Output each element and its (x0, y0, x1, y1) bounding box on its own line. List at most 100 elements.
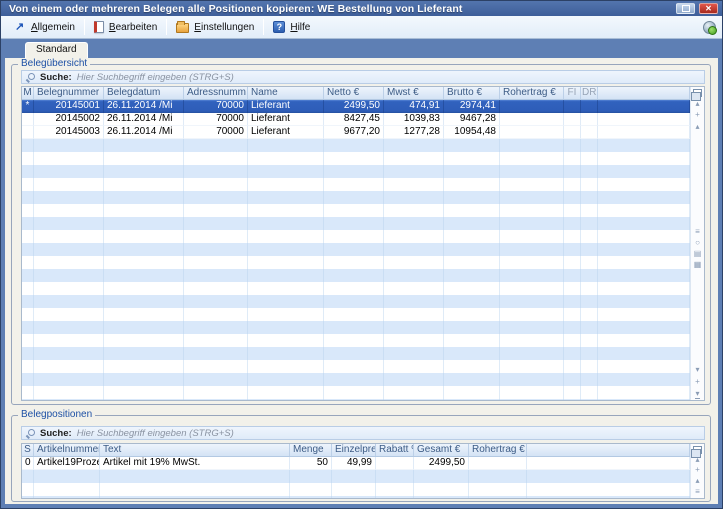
positions-search-bar[interactable]: Suche: Hier Suchbegriff eingeben (STRG+S… (21, 426, 705, 440)
empty-row (22, 360, 690, 373)
column-header-m[interactable]: M (22, 87, 34, 99)
column-header-text[interactable]: Text (100, 444, 290, 456)
column-header-menge[interactable]: Menge (290, 444, 332, 456)
scroll-up-icon[interactable]: ▴ (691, 476, 704, 487)
close-button[interactable] (699, 3, 718, 14)
menu-einstellungen[interactable]: Einstellungen (169, 19, 261, 35)
empty-row (22, 334, 690, 347)
column-header-mwst[interactable]: Mwst € (384, 87, 444, 99)
overview-grid: M Belegnummer Belegdatum Adressnumm Name… (21, 86, 705, 401)
table-row[interactable]: 20145003 26.11.2014 /Mi 70000 Lieferant … (22, 126, 690, 139)
list-icon[interactable]: ≡ (691, 227, 704, 238)
empty-row (22, 256, 690, 269)
empty-row (22, 243, 690, 256)
menu-separator (84, 19, 85, 35)
column-header-rohertrag[interactable]: Rohertrag € (500, 87, 564, 99)
plus-icon[interactable]: + (691, 465, 704, 476)
window-title: Von einem oder mehreren Belegen alle Pos… (9, 3, 462, 15)
settings-folder-icon (176, 23, 189, 33)
column-header-name[interactable]: Name (248, 87, 324, 99)
table-icon[interactable]: ▦ (691, 260, 704, 271)
group-belegpositionen: Belegpositionen Suche: Hier Suchbegriff … (11, 415, 711, 502)
titlebar: Von einem oder mehreren Belegen alle Pos… (1, 1, 722, 16)
scroll-up-icon[interactable]: ▴ (691, 121, 704, 133)
menu-hilfe-label: Hilfe (290, 22, 310, 33)
content-area: Belegübersicht Suche: Hier Suchbegriff e… (5, 58, 718, 504)
menu-separator (263, 19, 264, 35)
jump-arrow-icon (14, 21, 26, 33)
web-globe-icon[interactable] (703, 21, 716, 34)
column-header-artikelnummer[interactable]: Artikelnummer (34, 444, 100, 456)
empty-row (22, 386, 690, 399)
position-row[interactable]: 0 Artikel19Prozent Artikel mit 19% MwSt.… (22, 457, 690, 470)
column-chooser-icon[interactable] (693, 89, 702, 97)
search-placeholder: Hier Suchbegriff eingeben (STRG+S) (77, 428, 234, 439)
edit-document-icon (94, 21, 104, 33)
column-header-gesamt[interactable]: Gesamt € (414, 444, 469, 456)
empty-row (22, 347, 690, 360)
empty-row (22, 165, 690, 178)
search-label: Suche: (40, 72, 72, 83)
group-beleguebersicht: Belegübersicht Suche: Hier Suchbegriff e… (11, 64, 711, 405)
column-header-brutto[interactable]: Brutto € (444, 87, 500, 99)
empty-row (22, 152, 690, 165)
column-header-adressnummer[interactable]: Adressnumm (184, 87, 248, 99)
search-label: Suche: (40, 428, 72, 439)
app-window: Von einem oder mehreren Belegen alle Pos… (0, 0, 723, 509)
menu-bearbeiten[interactable]: Bearbeiten (87, 19, 164, 35)
column-header-filler (527, 444, 690, 456)
overview-grid-toolbar: ▴ + ▴ ≡ ○ ▤ ▦ ▾ + ▾ (690, 87, 704, 400)
column-header-belegdatum[interactable]: Belegdatum (104, 87, 184, 99)
column-header-rohertrag[interactable]: Rohertrag € (469, 444, 527, 456)
empty-row (22, 282, 690, 295)
table-row-selected[interactable]: * 20145001 26.11.2014 /Mi 70000 Lieferan… (22, 100, 690, 113)
empty-row (22, 230, 690, 243)
positions-grid-toolbar: ▴ + ▴ ≡ (690, 444, 704, 498)
menu-hilfe[interactable]: Hilfe (266, 19, 317, 35)
empty-row (22, 373, 690, 386)
empty-row (22, 321, 690, 334)
empty-row (22, 295, 690, 308)
list-icon[interactable]: ≡ (691, 487, 704, 498)
positions-grid-header: S Artikelnummer Text Menge Einzelpreis €… (22, 444, 690, 457)
column-header-belegnummer[interactable]: Belegnummer (34, 87, 104, 99)
search-icon (26, 429, 35, 438)
empty-row (22, 191, 690, 204)
group-belegpositionen-title: Belegpositionen (18, 409, 95, 421)
overview-search-bar[interactable]: Suche: Hier Suchbegriff eingeben (STRG+S… (21, 70, 705, 84)
scroll-down-icon[interactable]: ▾ (691, 364, 704, 376)
column-header-filler (598, 87, 690, 99)
menu-allgemein-label: Allgemein (31, 22, 75, 33)
search-placeholder: Hier Suchbegriff eingeben (STRG+S) (77, 72, 234, 83)
maximize-button[interactable] (676, 3, 695, 14)
menu-bar: Allgemein Bearbeiten Einstellungen Hilfe (1, 16, 722, 39)
empty-row (22, 139, 690, 152)
tab-standard[interactable]: Standard (25, 42, 88, 58)
menu-allgemein[interactable]: Allgemein (7, 19, 82, 35)
column-header-fi[interactable]: FI (564, 87, 581, 99)
grid-icon[interactable]: ▤ (691, 249, 704, 260)
empty-row (22, 269, 690, 282)
column-header-s[interactable]: S (22, 444, 34, 456)
plus-icon[interactable]: + (691, 109, 704, 121)
plus-icon[interactable]: + (691, 376, 704, 388)
menu-einstellungen-label: Einstellungen (194, 22, 254, 33)
column-header-rabatt[interactable]: Rabatt % (376, 444, 414, 456)
row-marker: * (22, 100, 34, 113)
column-header-einzelpreis[interactable]: Einzelpreis € (332, 444, 376, 456)
empty-row (22, 204, 690, 217)
scroll-bottom-icon[interactable]: ▾ (691, 388, 704, 400)
group-beleguebersicht-title: Belegübersicht (18, 58, 90, 70)
column-chooser-icon[interactable] (693, 446, 702, 454)
empty-row (22, 483, 690, 496)
empty-row (22, 217, 690, 230)
empty-row (22, 399, 690, 400)
empty-row (22, 470, 690, 483)
zoom-icon[interactable]: ○ (691, 238, 704, 249)
table-row[interactable]: 20145002 26.11.2014 /Mi 70000 Lieferant … (22, 113, 690, 126)
overview-grid-header: M Belegnummer Belegdatum Adressnumm Name… (22, 87, 690, 100)
empty-row (22, 178, 690, 191)
menu-separator (166, 19, 167, 35)
column-header-dr[interactable]: DR (581, 87, 598, 99)
column-header-netto[interactable]: Netto € (324, 87, 384, 99)
